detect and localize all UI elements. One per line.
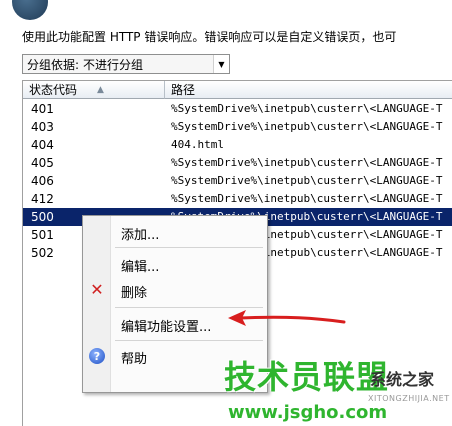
sort-asc-icon: ▲ — [97, 85, 104, 95]
row-status-code: 502 — [31, 246, 54, 260]
row-path: %SystemDrive%\inetpub\custerr\<LANGUAGE-… — [171, 174, 443, 187]
row-path: %SystemDrive%\inetpub\custerr\<LANGUAGE-… — [171, 156, 443, 169]
menu-separator — [115, 247, 263, 248]
groupby-dropdown[interactable]: 分组依据: 不进行分组 ▼ — [22, 54, 230, 74]
watermark-main: 技术员联盟 — [224, 358, 390, 396]
table-row[interactable]: 403 %SystemDrive%\inetpub\custerr\<LANGUA… — [23, 118, 452, 136]
feature-logo-icon — [12, 0, 48, 20]
watermark-sub: XITONGZHIJIA.NET — [368, 394, 450, 403]
menu-item-help-label: 帮助 — [121, 352, 148, 367]
row-status-code: 412 — [31, 192, 54, 206]
row-path: %SystemDrive%\inetpub\custerr\<LANGUAGE-… — [171, 192, 443, 205]
x-icon: ✕ — [90, 280, 104, 299]
row-path: 404.html — [171, 138, 224, 151]
column-header-path-label: 路径 — [171, 83, 196, 97]
row-status-code: 404 — [31, 138, 54, 152]
row-status-code: 401 — [31, 102, 54, 116]
column-header-path[interactable]: 路径 — [165, 81, 452, 99]
row-path: %SystemDrive%\inetpub\custerr\<LANGUAGE-… — [171, 120, 443, 133]
menu-item-edit[interactable]: 编辑... — [83, 252, 267, 276]
feature-description: 使用此功能配置 HTTP 错误响应。错误响应可以是自定义错误页，也可 — [22, 30, 397, 44]
column-header-status-code-label: 状态代码 — [29, 83, 78, 97]
help-icon: ? — [89, 348, 105, 364]
row-status-code: 406 — [31, 174, 54, 188]
table-row[interactable]: 401 %SystemDrive%\inetpub\custerr\<LANGUA… — [23, 100, 452, 118]
watermark-url: www.jsgho.com — [228, 402, 388, 423]
menu-item-edit-label: 编辑... — [121, 260, 160, 275]
window-header — [0, 0, 452, 24]
watermark: 技术员联盟 系统之家 www.jsgho.com XITONGZHIJIA.NE… — [218, 352, 452, 426]
menu-item-edit-feature-settings-label: 编辑功能设置... — [121, 320, 212, 335]
row-status-code: 501 — [31, 228, 54, 242]
column-header-status-code[interactable]: 状态代码 ▲ — [23, 81, 165, 99]
row-status-code: 403 — [31, 120, 54, 134]
watermark-side: 系统之家 — [370, 370, 435, 389]
menu-item-add[interactable]: 添加... — [83, 220, 267, 244]
table-row[interactable]: 412 %SystemDrive%\inetpub\custerr\<LANGUA… — [23, 190, 452, 208]
groupby-value: 不进行分组 — [83, 57, 144, 72]
table-row[interactable]: 405 %SystemDrive%\inetpub\custerr\<LANGUA… — [23, 154, 452, 172]
table-row[interactable]: 406 %SystemDrive%\inetpub\custerr\<LANGUA… — [23, 172, 452, 190]
annotation-arrow-icon — [228, 310, 346, 326]
table-row[interactable]: 404 404.html — [23, 136, 452, 154]
row-status-code: 405 — [31, 156, 54, 170]
row-status-code: 500 — [31, 210, 54, 224]
menu-item-add-label: 添加... — [121, 228, 160, 243]
row-path: %SystemDrive%\inetpub\custerr\<LANGUAGE-… — [171, 102, 443, 115]
menu-item-delete-label: 删除 — [121, 286, 148, 301]
menu-separator — [115, 340, 263, 341]
chevron-down-icon[interactable]: ▼ — [213, 55, 229, 73]
groupby-label: 分组依据: — [27, 57, 80, 72]
